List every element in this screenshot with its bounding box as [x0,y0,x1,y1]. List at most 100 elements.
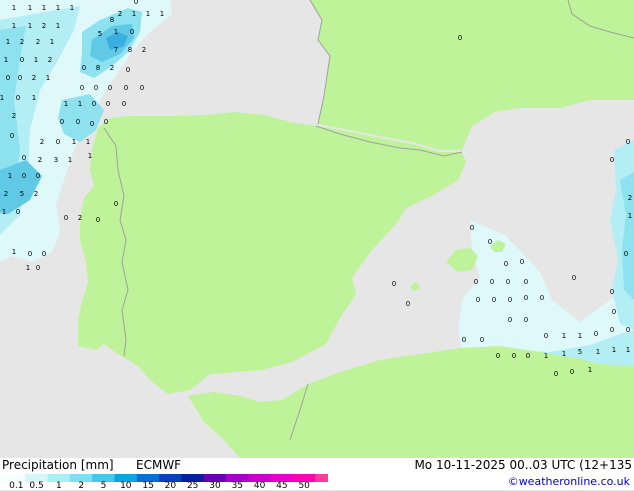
precip-value: 0 [60,118,64,126]
precip-value: 1 [34,56,38,64]
precip-value: 1 [64,100,68,108]
site-credit[interactable]: ©weatheronline.co.uk [508,475,630,488]
precip-value: 1 [628,212,632,220]
precip-value: 0 [22,154,26,162]
precip-value: 0 [90,120,94,128]
precip-value: 8 [96,64,100,72]
precip-value: 2 [20,38,24,46]
precip-value: 2 [38,156,42,164]
precip-value: 0 [490,278,494,286]
precip-value: 2 [118,10,122,18]
precip-value: 0 [36,264,40,272]
precip-value: 3 [54,156,58,164]
precip-value: 1 [562,350,566,358]
precip-value: 1 [612,346,616,354]
precip-value: 0 [22,172,26,180]
precip-value: 0 [526,352,530,360]
precip-value: 1 [562,332,566,340]
precip-value: 1 [578,332,582,340]
precip-value: 2 [110,64,114,72]
precip-value: 2 [42,22,46,30]
precip-value: 1 [588,366,592,374]
precip-value: 0 [406,300,410,308]
precip-value: 1 [12,22,16,30]
precip-value: 1 [132,10,136,18]
precip-value: 0 [544,332,548,340]
precip-value: 1 [8,172,12,180]
precip-value: 8 [110,16,114,24]
precip-value: 1 [4,56,8,64]
precip-value: 1 [50,38,54,46]
precip-value: 2 [142,46,146,54]
precip-value: 0 [572,274,576,282]
precip-value: 0 [28,250,32,258]
precip-value: 0 [480,336,484,344]
precip-value: 1 [12,4,16,12]
precip-value: 1 [28,4,32,12]
precip-value: 1 [596,348,600,356]
precip-value: 0 [122,100,126,108]
precip-value: 0 [594,330,598,338]
precip-value: 1 [56,4,60,12]
precip-value: 1 [2,208,6,216]
precip-value: 2 [36,38,40,46]
precip-value: 1 [544,352,548,360]
precip-value: 0 [610,288,614,296]
precip-value: 1 [26,264,30,272]
precip-value: 0 [626,326,630,334]
valid-time: Mo 10-11-2025 00..03 UTC (12+135 [414,458,632,472]
precip-value: 0 [36,172,40,180]
precip-value: 0 [462,336,466,344]
precip-value: 0 [6,74,10,82]
precip-value: 0 [16,94,20,102]
precip-value: 0 [76,118,80,126]
model-source: ECMWF [136,458,182,472]
precip-value: 0 [524,278,528,286]
precip-value: 0 [96,216,100,224]
precip-value: 0 [610,156,614,164]
precip-value: 1 [626,346,630,354]
precip-value: 0 [124,84,128,92]
precip-value: 5 [578,348,582,356]
precip-value: 0 [104,118,108,126]
precip-value: 0 [488,238,492,246]
precip-value: 0 [92,100,96,108]
precip-value: 0 [114,200,118,208]
precip-value: 0 [476,296,480,304]
precip-value: 0 [42,250,46,258]
precip-value: 0 [504,260,508,268]
precip-value: 0 [140,84,144,92]
precip-value: 0 [474,278,478,286]
precip-value: 0 [524,294,528,302]
precip-value: 0 [80,84,84,92]
precip-value: 0 [626,138,630,146]
precip-value: 8 [128,46,132,54]
precip-value: 0 [610,326,614,334]
precip-value: 0 [524,316,528,324]
precip-value: 0 [106,100,110,108]
precip-value: 1 [146,10,150,18]
precip-value: 0 [126,66,130,74]
precip-value: 0 [554,370,558,378]
precip-value: 0 [82,64,86,72]
precip-value: 2 [628,194,632,202]
precip-value: 0 [508,296,512,304]
precip-value: 0 [56,138,60,146]
precip-value: 0 [540,294,544,302]
precip-value: 0 [470,224,474,232]
precip-value: 0 [392,280,396,288]
precip-value: 1 [46,74,50,82]
precip-value: 1 [160,10,164,18]
precip-value: 0 [10,132,14,140]
precip-value: 2 [48,56,52,64]
precip-value: 0 [134,0,138,6]
map-title: Precipitation [mm] [2,458,114,472]
precip-value: 0 [612,308,616,316]
precip-value: 5 [20,190,24,198]
precip-value: 1 [6,38,10,46]
precip-value: 0 [20,56,24,64]
precip-value: 0 [570,368,574,376]
precipitation-map: 1 1 1 1 1 0 2 1 1 1 1 1 2 1 1 2 2 1 1 0 … [0,0,634,458]
precip-value: 1 [78,100,82,108]
precip-value: 0 [130,28,134,36]
